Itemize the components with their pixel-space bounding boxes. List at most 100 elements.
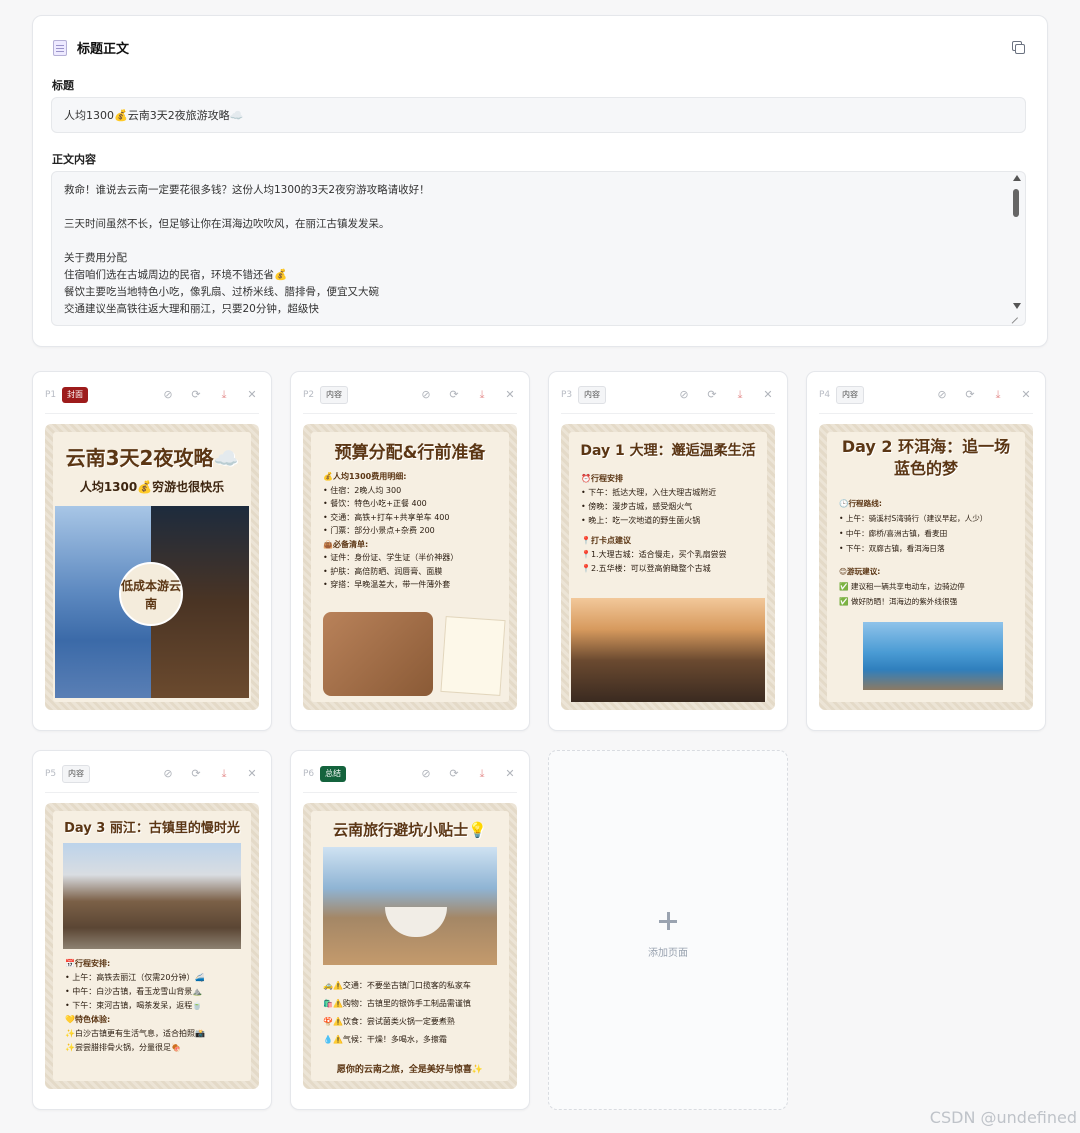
page-type-tag: 总结 — [320, 766, 346, 782]
refresh-icon[interactable]: ⟳ — [189, 767, 203, 781]
download-icon[interactable]: ⤓ — [475, 767, 489, 781]
thumb-line: • 上午：骑溪村S湾骑行（建议早起，人少） — [839, 514, 988, 523]
text-editor-card: 标题正文 标题 人均1300💰云南3天2夜旅游攻略☁️ 正文内容 救命！谁说去云… — [32, 15, 1048, 347]
download-icon[interactable]: ⤓ — [217, 767, 231, 781]
thumb-footer: 愿你的云南之旅，全是美好与惊喜✨ — [336, 1065, 484, 1075]
resize-handle-icon[interactable] — [1009, 309, 1019, 319]
thumb-line: 💛特色体验: — [65, 1015, 111, 1024]
refresh-icon[interactable]: ⟳ — [447, 388, 461, 402]
watermark: CSDN @undefined — [929, 1108, 1077, 1127]
thumb-line: ✅ 建议租一辆共享电动车，边骑边停 — [839, 582, 965, 591]
page-thumbnail[interactable]: 预算分配&行前准备 💰人均1300费用明细: • 住宿：2晚人均 300 • 餐… — [303, 424, 517, 710]
thumb-title: Day 2 环洱海：追一场蓝色的梦 — [841, 437, 1011, 478]
paper: 云南旅行避坑小贴士💡 🚕⚠️交通：不要坐古镇门口揽客的私家车 🛍️⚠️购物：古镇… — [311, 811, 509, 1081]
paper: 云南3天2夜攻略☁️ 人均1300💰穷游也很快乐 低成本游云南 — [53, 432, 251, 702]
thumb-subtitle: 人均1300💰穷游也很快乐 — [79, 480, 225, 494]
body-line: 住宿咱们选在古城周边的民宿，环境不错还省💰 — [64, 269, 288, 281]
close-icon[interactable]: ✕ — [245, 388, 259, 402]
page-card-p2[interactable]: P2 内容 ⊘ ⟳ ⤓ ✕ 预算分配&行前准备 💰人均1300费用明细: • 住… — [290, 371, 530, 731]
page-number: P6 — [303, 769, 315, 779]
thumb-body: 🚕⚠️交通：不要坐古镇门口揽客的私家车 🛍️⚠️购物：古镇里的银饰手工制品需谨慎… — [323, 977, 499, 1049]
thumb-body: 📅行程安排: • 上午：高铁去丽江（仅需20分钟）🚄 • 中午：白沙古镇，看玉龙… — [65, 957, 241, 1055]
refresh-icon[interactable]: ⟳ — [963, 388, 977, 402]
page-card-p4[interactable]: P4 内容 ⊘ ⟳ ⤓ ✕ Day 2 环洱海：追一场蓝色的梦 🕒行程路线: •… — [806, 371, 1046, 731]
download-icon[interactable]: ⤓ — [991, 388, 1005, 402]
divider — [819, 413, 1033, 414]
page-number: P1 — [45, 390, 57, 400]
hide-icon[interactable]: ⊘ — [161, 767, 175, 781]
thumb-line: • 傍晚：漫步古城，感受烟火气 — [581, 502, 693, 511]
paper: Day 3 丽江：古镇里的慢时光 📅行程安排: • 上午：高铁去丽江（仅需20分… — [53, 811, 251, 1081]
body-line: 关于费用分配 — [64, 252, 127, 264]
page-card-p3[interactable]: P3 内容 ⊘ ⟳ ⤓ ✕ Day 1 大理：邂逅温柔生活 ⏰行程安排 • 下午… — [548, 371, 788, 731]
thumb-line: • 住宿：2晚人均 300 — [323, 485, 402, 495]
title-input[interactable]: 人均1300💰云南3天2夜旅游攻略☁️ — [51, 97, 1026, 133]
thumb-body: 💰人均1300费用明细: • 住宿：2晚人均 300 • 餐饮：特色小吃+正餐 … — [323, 470, 499, 592]
download-icon[interactable]: ⤓ — [475, 388, 489, 402]
body-scrollbar[interactable] — [1011, 175, 1021, 309]
hide-icon[interactable]: ⊘ — [677, 388, 691, 402]
download-icon[interactable]: ⤓ — [733, 388, 747, 402]
refresh-icon[interactable]: ⟳ — [189, 388, 203, 402]
page-number: P5 — [45, 769, 57, 779]
hide-icon[interactable]: ⊘ — [935, 388, 949, 402]
refresh-icon[interactable]: ⟳ — [447, 767, 461, 781]
close-icon[interactable]: ✕ — [503, 388, 517, 402]
body-line: 交通建议坐高铁往返大理和丽江，只要20分钟，超级快 — [64, 303, 319, 315]
title-label: 标题 — [52, 79, 74, 92]
page-card-header: P5 内容 ⊘ ⟳ ⤓ ✕ — [45, 765, 259, 783]
thumb-title: Day 1 大理：邂逅温柔生活 — [580, 443, 756, 459]
hide-icon[interactable]: ⊘ — [161, 388, 175, 402]
thumb-line: 💰人均1300费用明细: — [323, 472, 407, 481]
paper: Day 1 大理：邂逅温柔生活 ⏰行程安排 • 下午：抵达大理，入住大理古城附近… — [569, 432, 767, 702]
lake-photo: 低成本游云南 — [55, 506, 249, 698]
close-icon[interactable]: ✕ — [1019, 388, 1033, 402]
page-number: P4 — [819, 390, 831, 400]
page-thumbnail[interactable]: 云南3天2夜攻略☁️ 人均1300💰穷游也很快乐 低成本游云南 — [45, 424, 259, 710]
page-thumbnail[interactable]: Day 1 大理：邂逅温柔生活 ⏰行程安排 • 下午：抵达大理，入住大理古城附近… — [561, 424, 775, 710]
page-thumbnail[interactable]: Day 2 环洱海：追一场蓝色的梦 🕒行程路线: • 上午：骑溪村S湾骑行（建议… — [819, 424, 1033, 710]
thumb-title: 云南旅行避坑小贴士💡 — [333, 821, 487, 839]
page-number: P3 — [561, 390, 573, 400]
thumb-line: • 中午：白沙古镇，看玉龙雪山背景⛰️ — [65, 987, 203, 996]
body-line: 三天时间虽然不长，但足够让你在洱海边吹吹风，在丽江古镇发发呆。 — [64, 218, 390, 230]
scroll-thumb[interactable] — [1013, 189, 1019, 217]
lake-road-photo — [863, 622, 1003, 690]
thumb-title: 云南3天2夜攻略☁️ — [65, 446, 239, 470]
page-card-p1[interactable]: P1 封面 ⊘ ⟳ ⤓ ✕ 云南3天2夜攻略☁️ 人均1300💰穷游也很快乐 低… — [32, 371, 272, 731]
thumb-title: Day 3 丽江：古镇里的慢时光 — [64, 821, 240, 836]
add-page-button[interactable]: 添加页面 — [548, 750, 788, 1110]
divider — [303, 413, 517, 414]
body-label: 正文内容 — [52, 153, 96, 166]
page-thumbnail[interactable]: Day 3 丽江：古镇里的慢时光 📅行程安排: • 上午：高铁去丽江（仅需20分… — [45, 803, 259, 1089]
document-icon — [53, 39, 67, 56]
cover-badge: 低成本游云南 — [119, 562, 183, 626]
page-card-p6[interactable]: P6 总结 ⊘ ⟳ ⤓ ✕ 云南旅行避坑小贴士💡 🚕⚠️交通：不要坐古镇门口揽客… — [290, 750, 530, 1110]
page-type-tag: 内容 — [320, 386, 348, 404]
refresh-icon[interactable]: ⟳ — [705, 388, 719, 402]
paper: Day 2 环洱海：追一场蓝色的梦 🕒行程路线: • 上午：骑溪村S湾骑行（建议… — [827, 432, 1025, 702]
divider — [303, 792, 517, 793]
thumb-line: 😊游玩建议: — [839, 567, 881, 576]
close-icon[interactable]: ✕ — [503, 767, 517, 781]
close-icon[interactable]: ✕ — [245, 767, 259, 781]
page-type-tag: 封面 — [62, 387, 88, 403]
page-thumbnail[interactable]: 云南旅行避坑小贴士💡 🚕⚠️交通：不要坐古镇门口揽客的私家车 🛍️⚠️购物：古镇… — [303, 803, 517, 1089]
close-icon[interactable]: ✕ — [761, 388, 775, 402]
thumb-line: ⏰行程安排 — [581, 474, 623, 483]
download-icon[interactable]: ⤓ — [217, 388, 231, 402]
copy-icon[interactable] — [1011, 40, 1025, 54]
coffee-photo — [323, 847, 497, 965]
thumb-line: • 餐饮：特色小吃+正餐 400 — [323, 499, 427, 508]
scroll-up-icon[interactable] — [1013, 175, 1021, 181]
thumb-line: • 交通：高铁+打车+共享单车 400 — [323, 512, 450, 522]
hide-icon[interactable]: ⊘ — [419, 767, 433, 781]
body-textarea[interactable]: 救命！谁说去云南一定要花很多钱？这份人均1300的3天2夜穷游攻略请收好！ 三天… — [51, 171, 1026, 326]
thumb-line: 📍1.大理古城：适合慢走，买个乳扇尝尝 — [581, 550, 727, 559]
thumb-line: 📅行程安排: — [65, 959, 111, 968]
page-number: P2 — [303, 390, 315, 400]
hide-icon[interactable]: ⊘ — [419, 388, 433, 402]
page-card-p5[interactable]: P5 内容 ⊘ ⟳ ⤓ ✕ Day 3 丽江：古镇里的慢时光 📅行程安排: • … — [32, 750, 272, 1110]
editor-title: 标题正文 — [77, 42, 130, 57]
